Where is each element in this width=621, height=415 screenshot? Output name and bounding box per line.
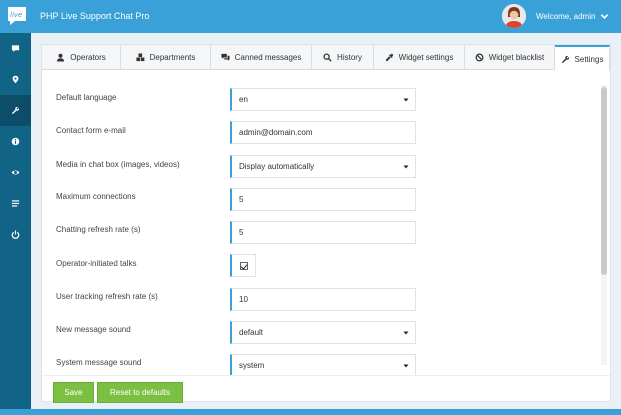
tab-label: Canned messages	[234, 53, 302, 62]
tab-operators[interactable]: Operators	[42, 45, 121, 70]
comment-icon	[11, 45, 20, 52]
reset-defaults-button[interactable]: Reset to defaults	[97, 382, 183, 403]
tab-label: History	[337, 53, 362, 62]
caret-down-icon	[403, 364, 409, 368]
main-content: Operators Departments Canned messages Hi…	[31, 33, 621, 415]
tab-settings[interactable]: Settings	[555, 45, 610, 71]
tab-canned-messages[interactable]: Canned messages	[211, 45, 312, 70]
sidebar-item-chat[interactable]	[0, 33, 31, 64]
sidebar-item-settings[interactable]	[0, 95, 31, 126]
logo-icon[interactable]: live	[6, 5, 28, 27]
app-title: PHP Live Support Chat Pro	[40, 11, 150, 21]
new-message-sound-select[interactable]: default	[230, 321, 416, 344]
sidebar-item-logs[interactable]	[0, 188, 31, 219]
settings-form: Default language en Contact form e-mail …	[42, 70, 610, 375]
tab-label: Widget settings	[398, 53, 454, 62]
default-language-label: Default language	[56, 93, 117, 102]
tracking-rate-label: User tracking refresh rate (s)	[56, 292, 158, 301]
power-icon	[11, 230, 20, 239]
comments-icon	[221, 53, 230, 61]
system-message-sound-label: System message sound	[56, 358, 142, 367]
sidebar-item-logout[interactable]	[0, 219, 31, 250]
sidebar-item-monitor[interactable]	[0, 157, 31, 188]
scrollbar-thumb[interactable]	[601, 87, 607, 275]
operator-talks-checkbox-wrap	[230, 254, 256, 277]
max-connections-label: Maximum connections	[56, 192, 136, 201]
top-bar: live PHP Live Support Chat Pro Welcome, …	[0, 0, 621, 33]
caret-down-icon	[403, 98, 409, 102]
avatar[interactable]	[502, 4, 526, 28]
field-value: 5	[239, 195, 244, 204]
user-icon	[57, 53, 65, 62]
operator-talks-checkbox[interactable]	[239, 261, 248, 270]
chevron-down-icon[interactable]	[600, 12, 609, 21]
select-value: system	[239, 361, 265, 370]
operator-talks-label: Operator-initiated talks	[56, 259, 137, 268]
welcome-text[interactable]: Welcome, admin	[536, 12, 595, 21]
max-connections-field[interactable]: 5	[230, 188, 416, 211]
refresh-rate-field[interactable]: 5	[230, 221, 416, 244]
field-value: admin@domain.com	[239, 128, 313, 137]
sidebar	[0, 33, 31, 415]
default-language-select[interactable]: en	[230, 88, 416, 111]
logo-text: live	[10, 11, 22, 19]
select-value: en	[239, 95, 248, 104]
tab-label: Operators	[70, 53, 106, 62]
sidebar-item-location[interactable]	[0, 64, 31, 95]
list-icon	[11, 200, 20, 207]
wrench-icon	[11, 106, 20, 115]
contact-email-label: Contact form e-mail	[56, 126, 126, 135]
field-value: 5	[239, 228, 244, 237]
system-message-sound-select[interactable]: system	[230, 354, 416, 375]
refresh-rate-label: Chatting refresh rate (s)	[56, 225, 141, 234]
tab-history[interactable]: History	[312, 45, 374, 70]
save-button[interactable]: Save	[53, 382, 94, 403]
tab-bar: Operators Departments Canned messages Hi…	[42, 45, 610, 71]
wrench-icon	[561, 55, 569, 63]
media-label: Media in chat box (images, videos)	[56, 160, 180, 169]
form-actions: Save Reset to defaults	[42, 375, 610, 403]
tab-label: Departments	[149, 53, 196, 62]
tracking-rate-field[interactable]: 10	[230, 288, 416, 311]
tab-widget-settings[interactable]: Widget settings	[374, 45, 465, 70]
eyedropper-icon	[385, 53, 393, 62]
new-message-sound-label: New message sound	[56, 325, 131, 334]
caret-down-icon	[403, 331, 409, 335]
field-value: 10	[239, 295, 248, 304]
tab-label: Settings	[574, 54, 604, 64]
caret-down-icon	[403, 165, 409, 169]
select-value: default	[239, 328, 264, 337]
map-marker-icon	[12, 75, 19, 84]
tab-label: Widget blacklist	[488, 53, 545, 62]
bottom-bar	[0, 409, 621, 415]
search-icon	[323, 53, 332, 62]
select-value: Display automatically	[239, 162, 315, 171]
eye-icon	[11, 170, 20, 175]
cubes-icon	[136, 53, 144, 62]
tab-widget-blacklist[interactable]: Widget blacklist	[465, 45, 555, 70]
tab-departments[interactable]: Departments	[121, 45, 211, 70]
ban-icon	[475, 53, 484, 62]
contact-email-field[interactable]: admin@domain.com	[230, 121, 416, 144]
settings-panel: Operators Departments Canned messages Hi…	[41, 44, 611, 403]
media-select[interactable]: Display automatically	[230, 155, 416, 178]
info-icon	[11, 137, 20, 146]
sidebar-item-info[interactable]	[0, 126, 31, 157]
